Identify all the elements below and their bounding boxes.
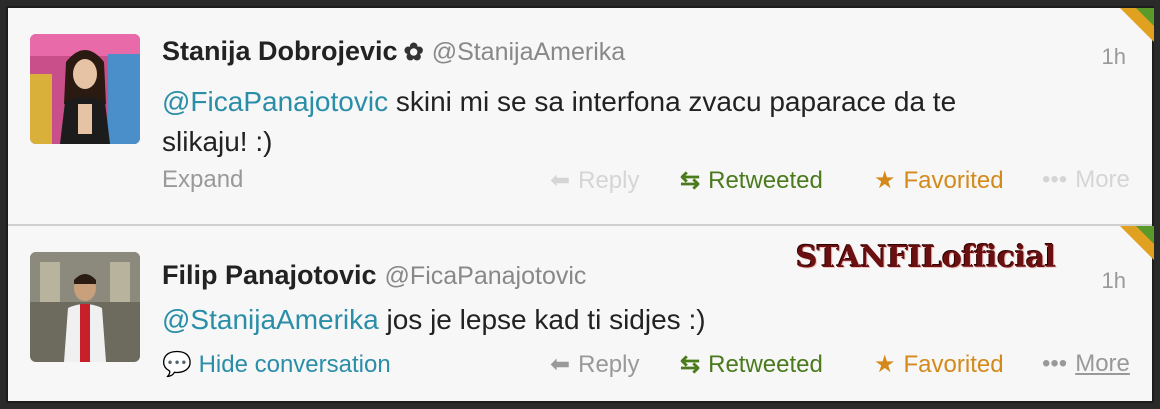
more-button[interactable]: ••• More <box>1042 166 1130 194</box>
hide-conversation-label: Hide conversation <box>198 351 391 378</box>
favorite-label: Favorited <box>903 350 1004 378</box>
tweet-time[interactable]: 1h <box>1102 44 1126 70</box>
flower-icon: ✿ <box>403 39 424 66</box>
favorite-label: Favorited <box>903 166 1004 194</box>
more-dots-icon: ••• <box>1042 166 1068 193</box>
favorite-button[interactable]: ★ Favorited <box>874 350 1004 379</box>
more-dots-icon: ••• <box>1042 350 1068 377</box>
retweet-icon: ⇆ <box>680 167 701 194</box>
author-handle[interactable]: @StanijaAmerika <box>432 38 626 66</box>
tweet[interactable]: Stanija Dobrojevic ✿ @StanijaAmerika 1h @F… <box>8 8 1154 226</box>
retweet-label: Retweeted <box>708 166 823 194</box>
reply-icon: ⬅ <box>550 167 571 194</box>
avatar[interactable] <box>30 252 140 362</box>
tweet-text: @StanijaAmerika jos je lepse kad ti sidj… <box>162 300 1102 340</box>
corner-ribbon-inner <box>1136 8 1154 26</box>
retweet-button[interactable]: ⇆ Retweeted <box>680 350 823 379</box>
reply-label: Reply <box>578 166 640 194</box>
mention-link[interactable]: @FicaPanajotovic <box>162 86 388 117</box>
tweet-text-line1: jos je lepse kad ti sidjes :) <box>378 304 706 335</box>
hide-conversation-link[interactable]: 💬 Hide conversation <box>162 350 391 379</box>
tweet-author[interactable]: Filip Panajotovic @FicaPanajotovic <box>162 260 586 291</box>
reply-label: Reply <box>578 350 640 378</box>
reply-icon: ⬅ <box>550 351 571 378</box>
tweet[interactable]: STANFILofficial Filip Panajotovic @FicaPa… <box>8 226 1154 401</box>
more-label: More <box>1075 166 1130 193</box>
tweet-thread: Stanija Dobrojevic ✿ @StanijaAmerika 1h @F… <box>6 6 1154 403</box>
expand-link[interactable]: Expand <box>162 166 243 194</box>
tweet-author[interactable]: Stanija Dobrojevic ✿ @StanijaAmerika <box>162 36 625 67</box>
speech-bubble-icon: 💬 <box>162 351 192 378</box>
star-icon: ★ <box>874 351 896 378</box>
reply-button[interactable]: ⬅ Reply <box>550 166 639 195</box>
retweet-button[interactable]: ⇆ Retweeted <box>680 166 823 195</box>
tweet-actions: 💬 Hide conversation ⬅ Reply ⇆ Retweeted … <box>162 350 1138 380</box>
reply-button[interactable]: ⬅ Reply <box>550 350 639 379</box>
more-label: More <box>1075 350 1130 377</box>
avatar[interactable] <box>30 34 140 144</box>
tweet-time[interactable]: 1h <box>1102 268 1126 294</box>
mention-link[interactable]: @StanijaAmerika <box>162 304 379 335</box>
author-name[interactable]: Filip Panajotovic <box>162 260 377 290</box>
more-button[interactable]: ••• More <box>1042 350 1130 378</box>
tweet-text-line1: skini mi se sa interfona zvacu paparace … <box>388 86 957 117</box>
tweet-text: @FicaPanajotovic skini mi se sa interfon… <box>162 82 1102 162</box>
corner-ribbon-inner <box>1136 226 1154 244</box>
retweet-icon: ⇆ <box>680 351 701 378</box>
tweet-text-line2: slikaju! :) <box>162 126 273 157</box>
tweet-actions: Expand ⬅ Reply ⇆ Retweeted ★ Favorited •… <box>162 166 1138 196</box>
author-name[interactable]: Stanija Dobrojevic <box>162 36 398 66</box>
watermark: STANFILofficial <box>796 240 1056 275</box>
author-handle[interactable]: @FicaPanajotovic <box>385 262 587 290</box>
star-icon: ★ <box>874 167 896 194</box>
retweet-label: Retweeted <box>708 350 823 378</box>
favorite-button[interactable]: ★ Favorited <box>874 166 1004 195</box>
